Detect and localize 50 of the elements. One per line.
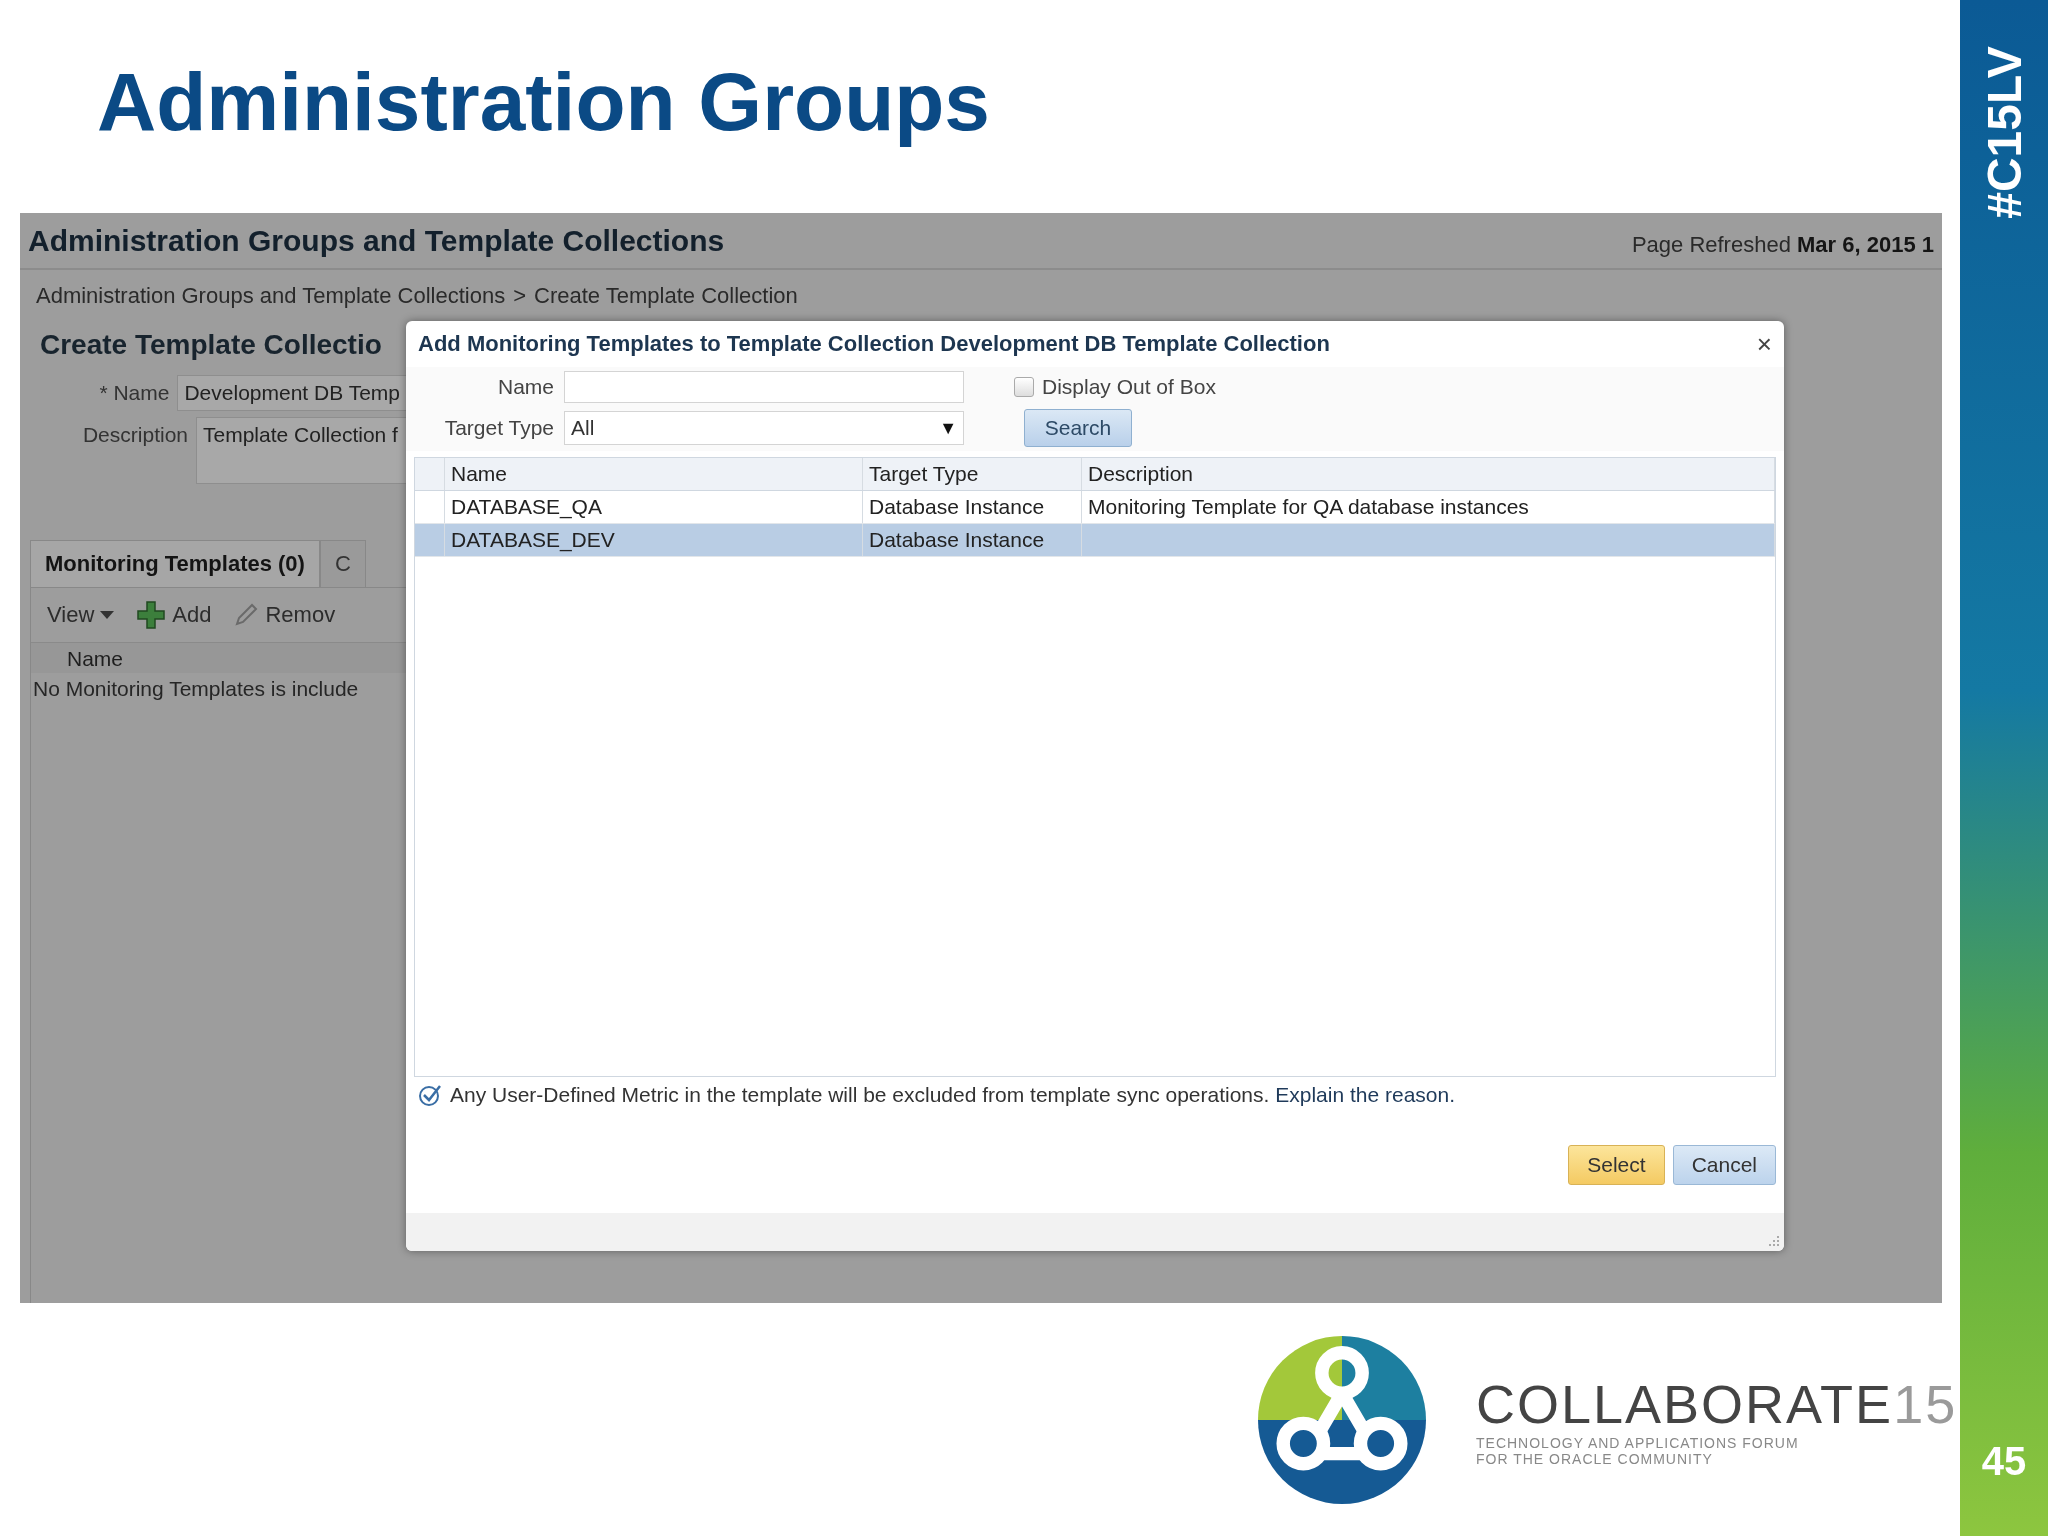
cancel-button[interactable]: Cancel: [1672, 1145, 1776, 1185]
brand-name: COLLABORATE15: [1476, 1372, 1958, 1435]
column-header: Target Type: [863, 458, 1082, 490]
table-cell: DATABASE_QA: [445, 491, 863, 523]
breadcrumb-link[interactable]: Administration Groups and Template Collections: [36, 282, 506, 309]
name-field[interactable]: [564, 371, 964, 403]
tab[interactable]: Monitoring Templates (0): [30, 540, 320, 587]
field-label: Description: [81, 422, 188, 448]
table-cell: Monitoring Template for QA database instances: [1082, 491, 1775, 523]
toolbar-button[interactable]: Remov: [265, 602, 336, 628]
tab[interactable]: C: [319, 540, 366, 587]
table-row[interactable]: DATABASE_DEV Database Instance: [415, 524, 1775, 557]
brand-tagline: FOR THE ORACLE COMMUNITY: [1476, 1450, 1714, 1467]
slide-title: Administration Groups: [97, 54, 990, 149]
input-field[interactable]: Template Collection f: [196, 417, 406, 484]
toolbar-button[interactable]: Add: [172, 602, 212, 628]
column-header: Name: [31, 643, 406, 673]
field-label: * Name: [98, 380, 170, 406]
brand-tagline: TECHNOLOGY AND APPLICATIONS FORUM: [1476, 1434, 1800, 1451]
view-menu[interactable]: View: [47, 602, 95, 628]
field-label: Target Type: [443, 416, 554, 440]
breadcrumb-separator: >: [513, 282, 527, 309]
explain-link[interactable]: Explain the reason.: [1275, 1083, 1455, 1106]
table-cell: Database Instance: [863, 491, 1082, 523]
section-title: Create Template Collectio: [40, 329, 383, 361]
page-number: 45: [1981, 1439, 2027, 1484]
hashtag: #C15LV: [1976, 46, 2032, 219]
plus-icon: [136, 600, 167, 630]
caret-icon: [100, 611, 115, 619]
column-header: Description: [1082, 458, 1775, 490]
pencil-icon: [233, 602, 260, 628]
dialog-title: Add Monitoring Templates to Template Collection Development DB Template Collection: [418, 331, 1330, 357]
checkbox[interactable]: [1014, 377, 1034, 397]
notice-text: Any User-Defined Metric in the template will be excluded from template sync operations. Explain the reason.: [450, 1083, 1455, 1107]
input-field[interactable]: Development DB Temp: [177, 375, 406, 411]
column-header: Name: [445, 458, 863, 490]
trefoil-logo-icon: [1258, 1335, 1426, 1504]
empty-message: No Monitoring Templates is include: [32, 676, 360, 702]
page-header: Administration Groups and Template Collections: [28, 223, 725, 258]
refresh-time: Page Refreshed Mar 6, 2015 1: [1631, 232, 1934, 258]
check-icon: [418, 1083, 442, 1107]
field-label: Name: [496, 375, 554, 399]
table-cell: DATABASE_DEV: [445, 524, 863, 556]
checkbox-label: Display Out of Box: [1042, 375, 1216, 399]
close-button[interactable]: ×: [1756, 328, 1772, 360]
breadcrumb-link[interactable]: Create Template Collection: [534, 282, 798, 309]
target-type-dropdown[interactable]: All ▼: [564, 411, 964, 445]
table-cell: Database Instance: [863, 524, 1082, 556]
select-button[interactable]: Select: [1568, 1145, 1665, 1185]
search-button[interactable]: Search: [1024, 409, 1132, 447]
